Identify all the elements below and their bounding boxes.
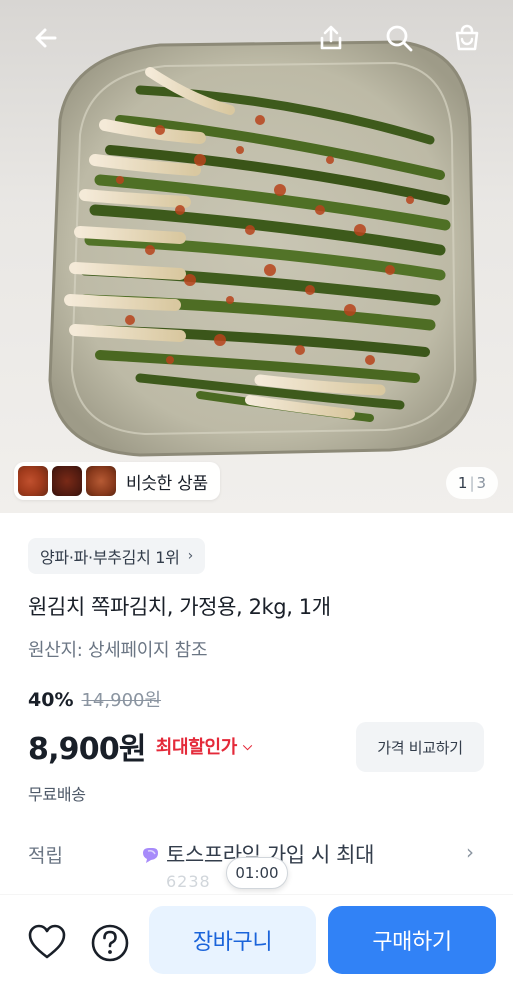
discount-rate: 40%	[28, 689, 74, 711]
search-icon	[386, 25, 413, 52]
similar-product-thumbnail	[52, 466, 82, 496]
original-price: 14,900원	[81, 690, 162, 711]
chevron-right-icon: ›	[187, 548, 194, 564]
similar-products-button[interactable]: 비슷한 상품	[14, 462, 220, 500]
question-circle-icon	[91, 924, 129, 962]
back-button[interactable]	[26, 18, 66, 58]
page-separator: |	[469, 474, 475, 492]
arrow-left-icon	[35, 28, 57, 48]
points-label: 적립	[28, 845, 63, 867]
category-rank-badge[interactable]: 양파·파·부추김치 1위 ›	[28, 538, 205, 574]
timer-badge: 01:00	[226, 857, 288, 889]
similar-product-thumbnail	[18, 466, 48, 496]
discount-row: 40% 14,900원	[28, 686, 161, 712]
chevron-down-icon: ⌵	[243, 738, 252, 753]
bottom-action-bar: 장바구니 구매하기	[0, 895, 513, 1000]
image-page-indicator: 1 | 3	[446, 467, 498, 499]
sale-price: 8,900원	[28, 732, 147, 767]
product-image-gallery[interactable]: 비슷한 상품 1 | 3	[0, 0, 513, 513]
product-origin: 원산지: 상세페이지 참조	[28, 640, 208, 661]
max-discount-dropdown[interactable]: 최대할인가 ⌵	[156, 733, 252, 759]
price-compare-button[interactable]: 가격 비교하기	[356, 722, 484, 772]
toss-prime-icon	[143, 848, 158, 863]
price-row: 8,900원 최대할인가 ⌵	[28, 724, 252, 768]
similar-product-thumbnail	[86, 466, 116, 496]
buy-now-button[interactable]: 구매하기	[328, 906, 496, 974]
shipping-info: 무료배송	[28, 785, 86, 804]
heart-icon	[28, 924, 66, 959]
current-page: 1	[457, 474, 468, 492]
shopping-bag-button[interactable]	[447, 18, 487, 58]
points-amount-faded: 6238	[166, 872, 211, 891]
similar-products-label: 비슷한 상품	[126, 473, 208, 494]
rank-badge-label: 양파·파·부추김치 1위	[40, 548, 180, 567]
share-icon	[320, 25, 342, 50]
max-discount-label: 최대할인가	[155, 737, 238, 758]
add-to-cart-button[interactable]: 장바구니	[149, 906, 316, 974]
share-button[interactable]	[311, 18, 351, 58]
product-title: 원김치 쪽파김치, 가정용, 2kg, 1개	[28, 595, 331, 619]
shopping-bag-icon	[455, 24, 479, 51]
wishlist-button[interactable]	[25, 921, 69, 965]
total-pages: 3	[476, 474, 487, 492]
search-button[interactable]	[379, 18, 419, 58]
chevron-right-icon[interactable]: ›	[466, 840, 474, 864]
top-navigation-bar	[0, 0, 513, 80]
help-button[interactable]	[88, 921, 132, 965]
